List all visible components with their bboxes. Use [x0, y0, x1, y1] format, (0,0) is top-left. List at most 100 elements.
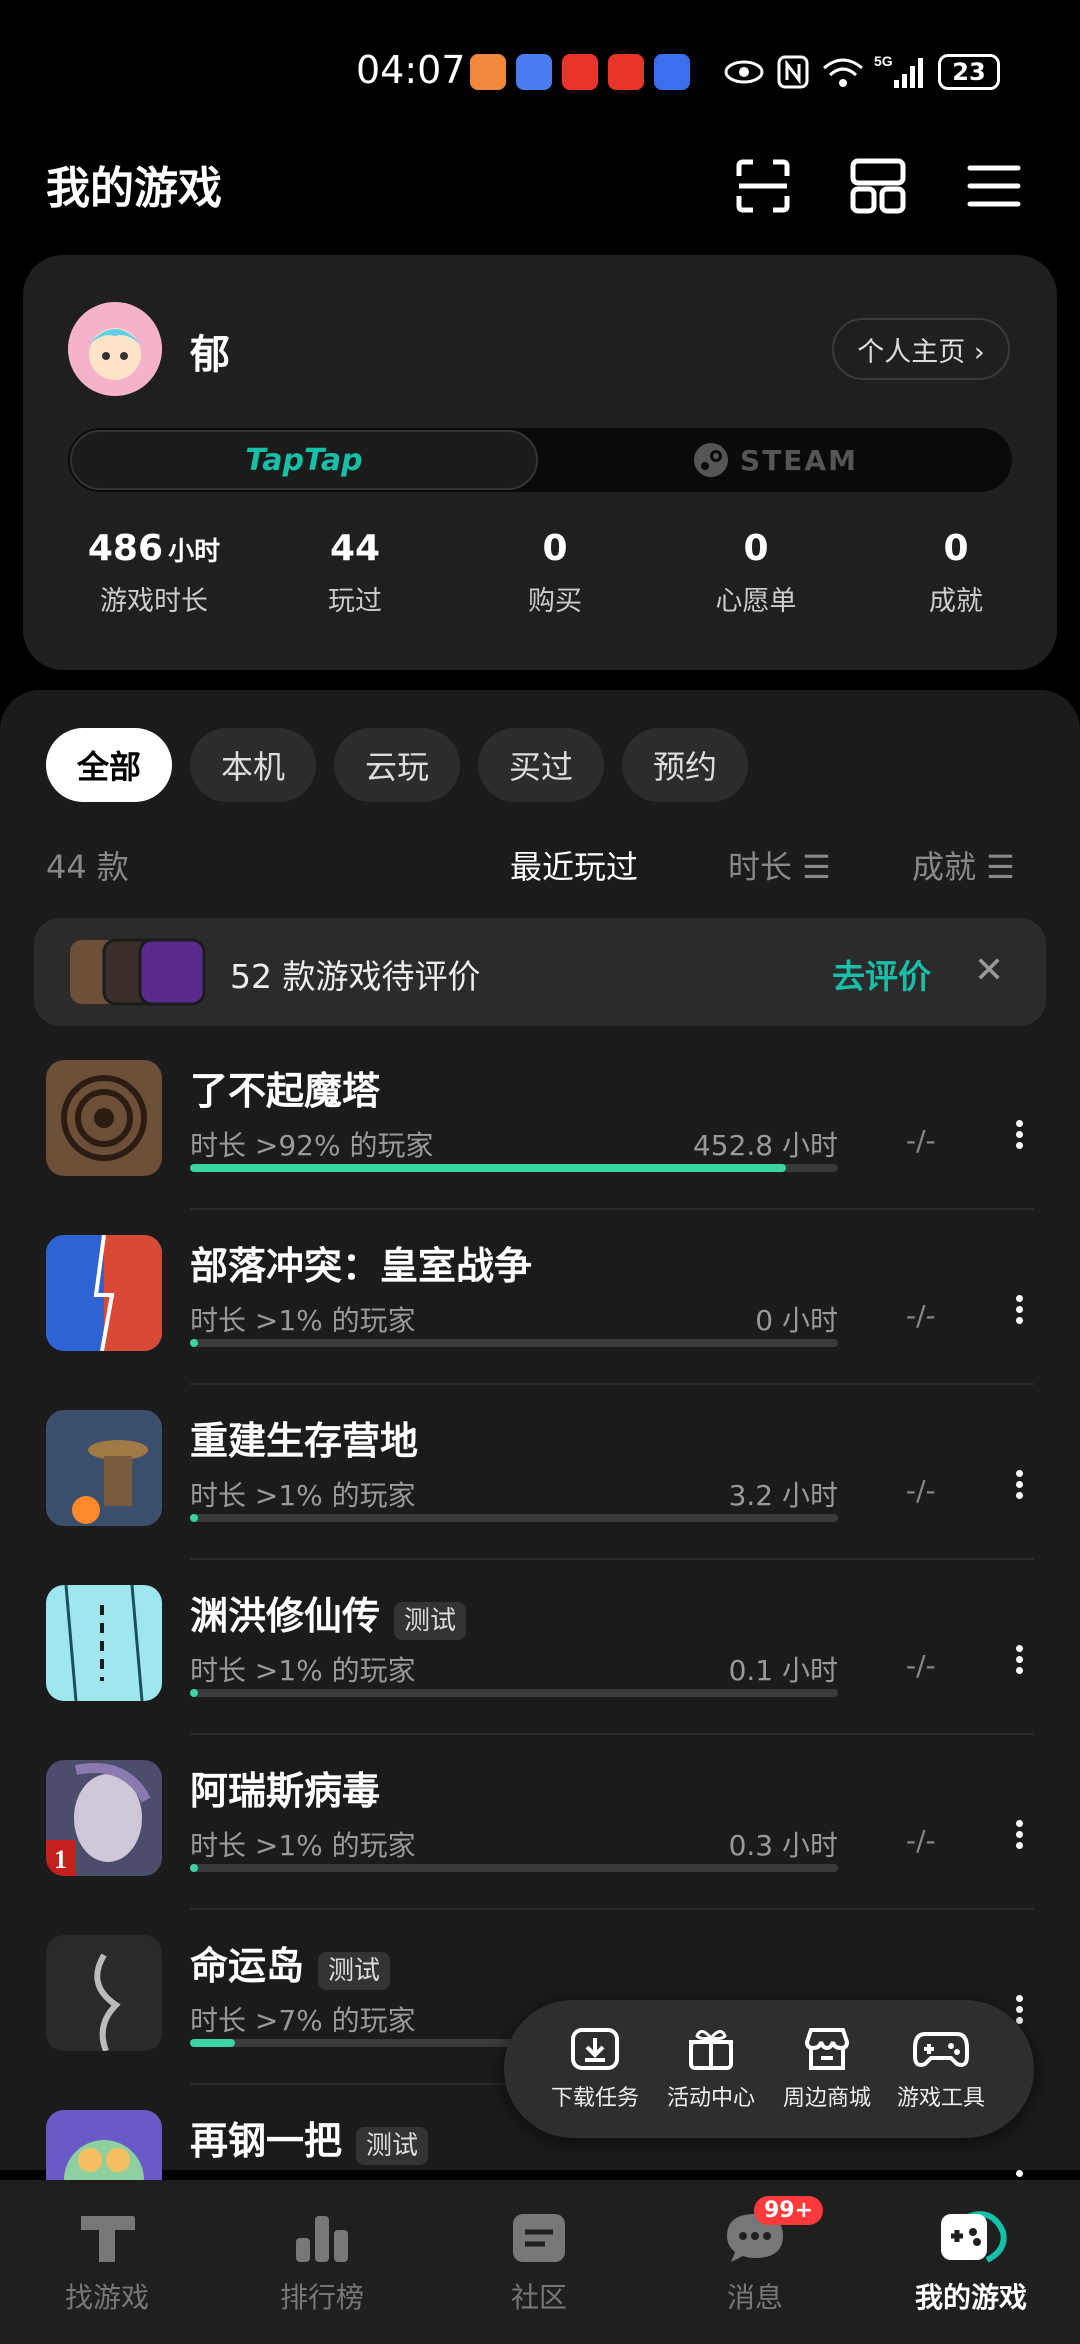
game-title-text: 了不起魔塔 [190, 1069, 381, 1113]
signal-5g-icon: 5G [874, 53, 923, 88]
menu-icon[interactable] [964, 156, 1024, 216]
taobao-notification-icon [608, 54, 644, 90]
sort-recent[interactable]: 最近玩过 [510, 842, 638, 888]
game-title[interactable]: 重建生存营地 [190, 1410, 418, 1465]
playtime-bar-fill [190, 1164, 787, 1172]
game-title[interactable]: 了不起魔塔 [190, 1060, 380, 1115]
more-options-icon[interactable] [1016, 1466, 1028, 1503]
gift-icon [689, 2030, 733, 2070]
game-title-text: 阿瑞斯病毒 [190, 1769, 381, 1813]
eye-icon [724, 60, 764, 84]
achievement-progress: -/- [906, 1124, 936, 1157]
nav-community[interactable]: 社区 [474, 2210, 604, 2316]
achievement-progress: -/- [906, 1474, 936, 1507]
playtime-bar-fill [190, 1864, 198, 1872]
steam-icon [694, 443, 729, 477]
game-icon[interactable] [46, 1235, 162, 1351]
game-title-text: 再钢一把 [190, 2119, 343, 2163]
pending-review-thumbnails [70, 938, 206, 1006]
filter-all[interactable]: 全部 [46, 728, 172, 802]
more-options-icon[interactable] [1016, 1641, 1028, 1678]
more-options-icon[interactable] [1016, 1116, 1028, 1153]
filter-cloud[interactable]: 云玩 [334, 728, 460, 802]
status-time: 04:07 [356, 48, 466, 92]
filter-bought[interactable]: 买过 [478, 728, 604, 802]
game-icon[interactable] [46, 1060, 162, 1176]
more-options-icon[interactable] [1016, 1991, 1028, 2028]
game-title-text: 渊洪修仙传 [190, 1594, 381, 1638]
nav-find-games[interactable]: 找游戏 [42, 2210, 172, 2316]
playtime-hours: 3.2 小时 [728, 1479, 838, 1512]
filter-local[interactable]: 本机 [190, 728, 316, 802]
sort-duration[interactable]: 时长 ☰ [728, 842, 831, 888]
tool-game-tools[interactable]: 游戏工具 [886, 2026, 996, 2112]
row-divider [190, 1558, 1034, 1560]
tab-steam[interactable]: STEAM [540, 430, 1010, 490]
notification-app-icon [470, 54, 506, 90]
game-icon[interactable] [46, 1585, 162, 1701]
nav-messages[interactable]: 消息 [690, 2210, 820, 2316]
stat-wishlist[interactable]: 0 心愿单 [676, 528, 836, 618]
more-options-icon[interactable] [1016, 1291, 1028, 1328]
achievement-progress: -/- [906, 1824, 936, 1857]
game-title[interactable]: 部落冲突：皇室战争 [190, 1235, 532, 1290]
battery-indicator: 23 [938, 54, 1000, 90]
playtime-hours: 0 小时 [755, 1304, 838, 1337]
nfc-icon [777, 55, 809, 89]
playtime-bar-fill [190, 2039, 236, 2047]
playtime-bar [190, 1514, 838, 1522]
game-title[interactable]: 阿瑞斯病毒 [190, 1760, 380, 1815]
filter-reserved[interactable]: 预约 [622, 728, 748, 802]
tool-events[interactable]: 活动中心 [656, 2026, 766, 2112]
my-games-icon [941, 2211, 1007, 2263]
playtime-bar [190, 1339, 838, 1347]
playtime-hours: 0.1 小时 [728, 1654, 838, 1687]
game-title[interactable]: 渊洪修仙传 测试 [190, 1585, 467, 1640]
taptap-logo-icon [81, 2216, 135, 2262]
test-tag-badge: 测试 [318, 1952, 391, 1990]
game-icon[interactable] [46, 1410, 162, 1526]
playtime-rank: 时长 >7% 的玩家 [190, 2004, 416, 2037]
playtime-bar-fill [190, 1514, 198, 1522]
playtime-rank: 时长 >1% 的玩家 [190, 1654, 416, 1687]
nav-rankings[interactable]: 排行榜 [257, 2210, 387, 2316]
game-title-text: 重建生存营地 [190, 1419, 419, 1463]
tab-taptap[interactable]: TapTap [70, 430, 538, 490]
game-title[interactable]: 命运岛 测试 [190, 1935, 391, 1990]
playtime-bar [190, 1164, 838, 1172]
playtime-bar [190, 1689, 838, 1697]
tab-steam-label: STEAM [740, 443, 858, 477]
stat-played[interactable]: 44 玩过 [275, 528, 435, 618]
playtime-bar-fill [190, 1339, 198, 1347]
nav-my-games[interactable]: 我的游戏 [906, 2210, 1036, 2316]
taobao-notification-icon [562, 54, 598, 90]
game-title-text: 命运岛 [190, 1944, 305, 1988]
status-bar: 04:07 5G 23 [0, 0, 1080, 145]
game-count: 44 款 [46, 848, 129, 886]
close-icon[interactable]: ✕ [974, 950, 1004, 991]
message-badge: 99+ [754, 2196, 824, 2225]
stat-achievements[interactable]: 0 成就 [876, 528, 1036, 618]
playtime-bar [190, 1864, 838, 1872]
layout-grid-icon[interactable] [848, 156, 908, 216]
mail-notification-icon [516, 54, 552, 90]
stat-purchased[interactable]: 0 购买 [475, 528, 635, 618]
tool-downloads[interactable]: 下载任务 [540, 2026, 650, 2112]
baidu-notification-icon [654, 54, 690, 90]
avatar[interactable] [68, 302, 162, 396]
review-now-button[interactable]: 去评价 [832, 950, 931, 998]
stat-playtime[interactable]: 486 小时 游戏时长 [74, 528, 234, 618]
scan-icon[interactable] [733, 156, 793, 216]
more-options-icon[interactable] [1016, 1816, 1028, 1853]
game-icon[interactable]: 1 [46, 1760, 162, 1876]
game-title[interactable]: 再钢一把 测试 [190, 2110, 429, 2165]
review-banner-text: 52 款游戏待评价 [230, 957, 481, 996]
playtime-rank: 时长 >1% 的玩家 [190, 1479, 416, 1512]
tool-shop[interactable]: 周边商城 [772, 2026, 882, 2112]
game-icon[interactable] [46, 1935, 162, 2051]
playtime-rank: 时长 >1% 的玩家 [190, 1829, 416, 1862]
playtime-rank: 时长 >92% 的玩家 [190, 1129, 434, 1162]
sort-achievement[interactable]: 成就 ☰ [912, 842, 1015, 888]
row-divider [190, 1208, 1034, 1210]
profile-page-button[interactable]: 个人主页 › [832, 318, 1010, 380]
